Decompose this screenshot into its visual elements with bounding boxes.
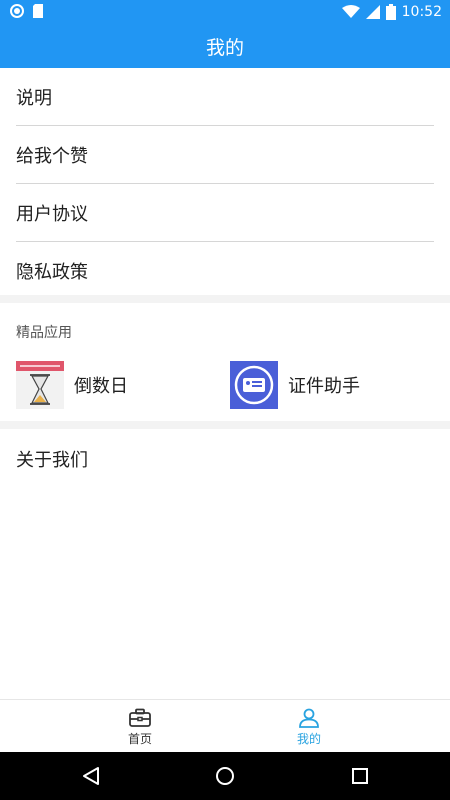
system-nav-bar [0,752,450,800]
status-bar: 10:52 [0,0,450,24]
battery-icon [385,4,396,20]
back-triangle-icon [83,767,99,785]
back-button[interactable] [79,764,103,788]
tab-label: 我的 [296,732,321,746]
id-card-icon [230,361,278,409]
menu-item-rate-us[interactable]: 给我个赞 [16,126,434,184]
status-time: 10:52 [401,4,442,20]
briefcase-icon [129,708,151,727]
user-icon [299,708,319,728]
settings-menu: 说明 给我个赞 用户协议 隐私政策 [0,68,450,299]
page-title: 我的 [205,36,244,59]
section-divider [0,295,450,303]
tab-label: 首页 [127,732,152,746]
menu-item-privacy-policy[interactable]: 隐私政策 [16,242,434,299]
app-id-assistant[interactable]: 证件助手 [230,361,360,409]
home-circle-icon [216,767,234,785]
home-button[interactable] [213,764,237,788]
tab-home[interactable]: 首页 [110,708,170,747]
about-us-item[interactable]: 关于我们 [16,446,88,472]
recents-square-icon [352,768,368,784]
sd-card-icon [33,4,43,18]
bottom-tab-bar: 首页 我的 [0,699,450,753]
recents-button[interactable] [348,764,372,788]
menu-item-instructions[interactable]: 说明 [16,68,434,126]
notification-circle-icon [10,4,24,18]
menu-item-user-agreement[interactable]: 用户协议 [16,184,434,242]
wifi-icon [341,5,360,18]
menu-item-label: 用户协议 [16,203,88,225]
app-label: 倒数日 [74,376,128,397]
menu-item-label: 隐私政策 [16,261,88,283]
title-bar: 我的 [0,24,450,68]
menu-item-label: 说明 [16,87,52,109]
tab-mine[interactable]: 我的 [279,708,339,747]
apps-section-title: 精品应用 [16,325,72,341]
menu-item-label: 给我个赞 [16,145,88,167]
status-left-icons [10,4,44,18]
cell-signal-icon [365,5,380,19]
app-countdown-days[interactable]: 倒数日 [16,361,128,409]
hourglass-icon [16,361,64,409]
section-divider [0,421,450,429]
app-label: 证件助手 [288,376,360,397]
status-right-icons: 10:52 [341,2,442,22]
